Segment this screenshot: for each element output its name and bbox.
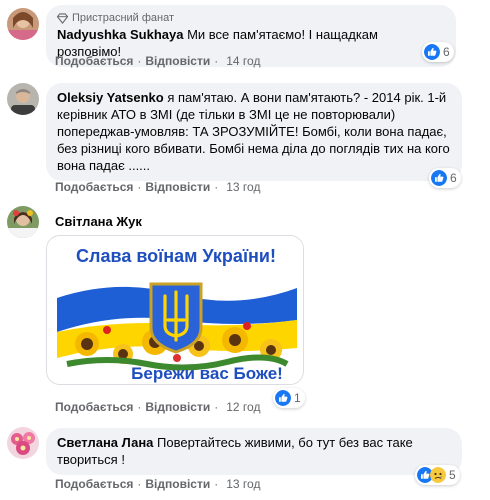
badge-label: Пристрасний фанат — [72, 12, 175, 24]
reaction-count: 5 — [449, 468, 456, 482]
comment-author[interactable]: Oleksiy Yatsenko — [57, 90, 164, 105]
reply-button[interactable]: Відповісти — [145, 400, 210, 414]
avatar[interactable] — [7, 8, 39, 40]
sad-reaction-icon — [430, 467, 446, 483]
comment-timestamp[interactable]: 12 год — [226, 400, 260, 414]
comment-author[interactable]: Nadyushka Sukhaya — [57, 27, 183, 42]
separator: · — [137, 54, 142, 68]
like-button[interactable]: Подобається — [55, 180, 133, 194]
like-reaction-icon — [424, 44, 440, 60]
comment-actions: Подобається · Відповісти · 14 год — [55, 54, 260, 68]
reaction-summary[interactable]: 6 — [429, 168, 461, 188]
comment-timestamp[interactable]: 13 год — [226, 477, 260, 491]
reply-button[interactable]: Відповісти — [145, 180, 210, 194]
avatar[interactable] — [7, 206, 39, 238]
comment-bubble: Oleksiy Yatsenko я пам'ятаю. А вони пам'… — [46, 83, 462, 181]
image-caption-bottom: Бережи вас Боже! — [131, 364, 283, 383]
top-fan-badge: Пристрасний фанат — [57, 11, 445, 25]
reaction-summary[interactable]: 6 — [422, 42, 454, 62]
comment-author[interactable]: Світлана Жук — [55, 214, 142, 229]
comment-timestamp[interactable]: 13 год — [226, 180, 260, 194]
like-reaction-icon — [431, 170, 447, 186]
like-button[interactable]: Подобається — [55, 477, 133, 491]
reaction-summary[interactable]: 1 — [273, 388, 305, 408]
comment-actions: Подобається · Відповісти · 13 год — [55, 180, 260, 194]
separator: · — [214, 180, 219, 194]
ukraine-postcard-image: Слава воїнам України! Бережи вас Боже! — [47, 236, 303, 384]
separator: · — [137, 180, 142, 194]
like-reaction-icon — [275, 390, 291, 406]
separator: · — [214, 477, 219, 491]
reaction-summary[interactable]: 5 — [415, 465, 460, 485]
separator: · — [214, 54, 219, 68]
comment-author[interactable]: Светлана Лана — [57, 435, 153, 450]
comment-timestamp[interactable]: 14 год — [226, 54, 260, 68]
separator: · — [137, 477, 142, 491]
reply-button[interactable]: Відповісти — [145, 477, 210, 491]
like-button[interactable]: Подобається — [55, 400, 133, 414]
separator: · — [214, 400, 219, 414]
avatar[interactable] — [7, 83, 39, 115]
reaction-count: 6 — [450, 171, 457, 185]
comment-actions: Подобається · Відповісти · 13 год — [55, 477, 260, 491]
image-caption-top: Слава воїнам України! — [76, 246, 276, 266]
comment-bubble: Светлана Лана Повертайтесь живими, бо ту… — [46, 428, 462, 475]
reaction-count: 6 — [443, 45, 450, 59]
diamond-badge-icon — [57, 12, 68, 24]
separator: · — [137, 400, 142, 414]
reply-button[interactable]: Відповісти — [145, 54, 210, 68]
comment-image[interactable]: Слава воїнам України! Бережи вас Боже! — [46, 235, 304, 385]
reaction-count: 1 — [294, 391, 301, 405]
like-button[interactable]: Подобається — [55, 54, 133, 68]
avatar[interactable] — [7, 427, 39, 459]
comment-actions: Подобається · Відповісти · 12 год — [55, 400, 260, 414]
